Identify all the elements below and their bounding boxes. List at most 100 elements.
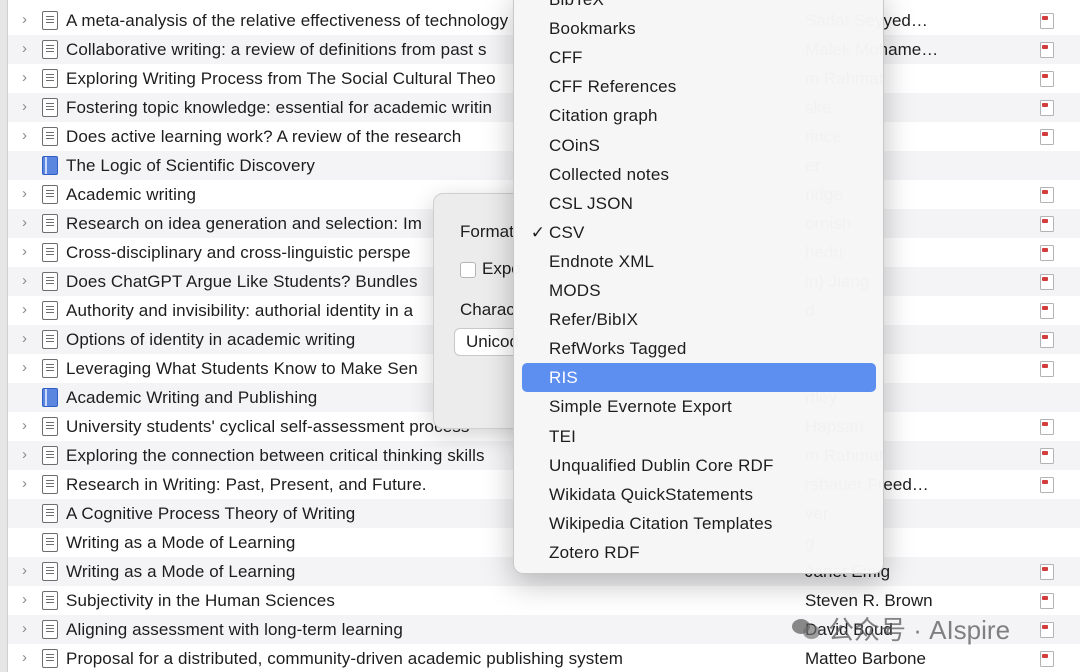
menu-item-simple-evernote-export[interactable]: Simple Evernote Export — [522, 392, 876, 421]
menu-item-endnote-xml[interactable]: Endnote XML — [522, 247, 876, 276]
menu-item-refer-bibix[interactable]: Refer/BibIX — [522, 305, 876, 334]
item-title: Fostering topic knowledge: essential for… — [66, 98, 493, 117]
item-title: A meta-analysis of the relative effectiv… — [66, 11, 509, 30]
chevron-right-icon[interactable]: › — [22, 99, 36, 115]
chevron-right-icon[interactable]: › — [22, 331, 36, 347]
menu-item-cff[interactable]: CFF — [522, 43, 876, 72]
menu-item-label: Bookmarks — [549, 19, 636, 39]
pdf-attachment-icon[interactable] — [1040, 419, 1054, 435]
chevron-right-icon[interactable]: › — [22, 70, 36, 86]
chevron-right-icon[interactable]: › — [22, 41, 36, 57]
pdf-attachment-icon[interactable] — [1040, 361, 1054, 377]
pdf-attachment-icon[interactable] — [1040, 564, 1054, 580]
menu-item-bibtex[interactable]: BibTeX — [522, 0, 876, 14]
chevron-right-icon[interactable]: › — [22, 476, 36, 492]
menu-item-label: MODS — [549, 281, 601, 300]
chevron-right-icon[interactable]: › — [22, 273, 36, 289]
format-popup-menu: BibTeX Bookmarks CFF CFF References Citation… — [513, 0, 884, 574]
chevron-right-icon[interactable]: › — [22, 12, 36, 28]
document-icon — [42, 98, 58, 117]
document-icon-glyph — [42, 330, 58, 349]
pdf-attachment-icon[interactable] — [1040, 245, 1054, 261]
menu-item-citation-graph[interactable]: Citation graph — [522, 101, 876, 130]
document-icon — [42, 649, 58, 668]
character-encoding-label: Charac — [460, 300, 515, 319]
item-row[interactable]: › Proposal for a distributed, community-d… — [8, 644, 1080, 672]
chevron-right-icon[interactable]: › — [22, 650, 36, 666]
document-icon — [42, 185, 58, 204]
pdf-glyph — [1040, 419, 1054, 435]
chevron-right-icon[interactable]: › — [22, 563, 36, 579]
document-icon — [42, 272, 58, 291]
menu-item-label: BibTeX — [549, 0, 604, 9]
menu-item-zotero-rdf[interactable]: Zotero RDF — [522, 538, 876, 567]
item-title: Options of identity in academic writing — [66, 330, 356, 349]
pdf-glyph — [1040, 13, 1054, 29]
menu-item-wikidata-quickstatements[interactable]: Wikidata QuickStatements — [522, 480, 876, 509]
document-icon-glyph — [42, 359, 58, 378]
pdf-attachment-icon[interactable] — [1040, 187, 1054, 203]
menu-item-bookmarks[interactable]: Bookmarks — [522, 14, 876, 43]
chevron-right-icon[interactable]: › — [22, 621, 36, 637]
pdf-glyph — [1040, 71, 1054, 87]
menu-item-label: Wikipedia Citation Templates — [549, 513, 773, 533]
menu-item-coins[interactable]: COinS — [522, 131, 876, 160]
pdf-attachment-icon[interactable] — [1040, 622, 1054, 638]
pdf-attachment-icon[interactable] — [1040, 303, 1054, 319]
chevron-right-icon[interactable]: › — [22, 418, 36, 434]
document-icon-glyph — [42, 591, 58, 610]
document-icon — [42, 591, 58, 610]
pdf-attachment-icon[interactable] — [1040, 216, 1054, 232]
menu-item-mods[interactable]: MODS — [522, 276, 876, 305]
chevron-right-icon[interactable]: › — [22, 447, 36, 463]
pdf-glyph — [1040, 274, 1054, 290]
chevron-right-icon[interactable]: › — [22, 592, 36, 608]
menu-item-unqualified-dublin-core-rdf[interactable]: Unqualified Dublin Core RDF — [522, 451, 876, 480]
pdf-attachment-icon[interactable] — [1040, 100, 1054, 116]
document-icon-glyph — [42, 214, 58, 233]
item-title: Exploring the connection between critica… — [66, 446, 485, 465]
pdf-attachment-icon[interactable] — [1040, 651, 1054, 667]
pdf-attachment-icon[interactable] — [1040, 448, 1054, 464]
chevron-right-icon[interactable]: › — [22, 215, 36, 231]
pdf-glyph — [1040, 332, 1054, 348]
document-icon — [42, 301, 58, 320]
pdf-attachment-icon[interactable] — [1040, 13, 1054, 29]
menu-item-ris[interactable]: RIS — [522, 363, 876, 393]
menu-item-tei[interactable]: TEI — [522, 422, 876, 451]
window-edge — [0, 0, 8, 672]
pdf-attachment-icon[interactable] — [1040, 42, 1054, 58]
menu-item-refworks-tagged[interactable]: RefWorks Tagged — [522, 334, 876, 363]
chevron-right-icon[interactable]: › — [22, 128, 36, 144]
chevron-right-icon[interactable]: › — [22, 186, 36, 202]
export-checkbox[interactable] — [460, 262, 476, 278]
pdf-glyph — [1040, 477, 1054, 493]
pdf-attachment-icon[interactable] — [1040, 129, 1054, 145]
book-icon — [42, 388, 58, 407]
pdf-attachment-icon[interactable] — [1040, 332, 1054, 348]
item-title: The Logic of Scientific Discovery — [66, 156, 315, 175]
pdf-attachment-icon[interactable] — [1040, 593, 1054, 609]
menu-item-csv[interactable]: ✓ CSV — [522, 218, 876, 247]
pdf-glyph — [1040, 129, 1054, 145]
menu-item-label: Refer/BibIX — [549, 310, 639, 330]
item-title: Cross-disciplinary and cross-linguistic … — [66, 243, 411, 262]
document-icon-glyph — [42, 620, 58, 639]
menu-item-collected-notes[interactable]: Collected notes — [522, 160, 876, 189]
chevron-right-icon[interactable]: › — [22, 302, 36, 318]
document-icon-glyph — [42, 649, 58, 668]
menu-item-cff-references[interactable]: CFF References — [522, 72, 876, 101]
menu-item-csl-json[interactable]: CSL JSON — [522, 189, 876, 218]
document-icon — [42, 214, 58, 233]
pdf-attachment-icon[interactable] — [1040, 477, 1054, 493]
menu-item-wikipedia-citation-templates[interactable]: Wikipedia Citation Templates — [522, 509, 876, 538]
chevron-right-icon[interactable]: › — [22, 360, 36, 376]
pdf-attachment-icon[interactable] — [1040, 274, 1054, 290]
item-title: Academic writing — [66, 185, 197, 204]
document-icon — [42, 127, 58, 146]
document-icon — [42, 417, 58, 436]
document-icon — [42, 330, 58, 349]
item-title: University students' cyclical self-asses… — [66, 417, 470, 436]
chevron-right-icon[interactable]: › — [22, 244, 36, 260]
pdf-attachment-icon[interactable] — [1040, 71, 1054, 87]
